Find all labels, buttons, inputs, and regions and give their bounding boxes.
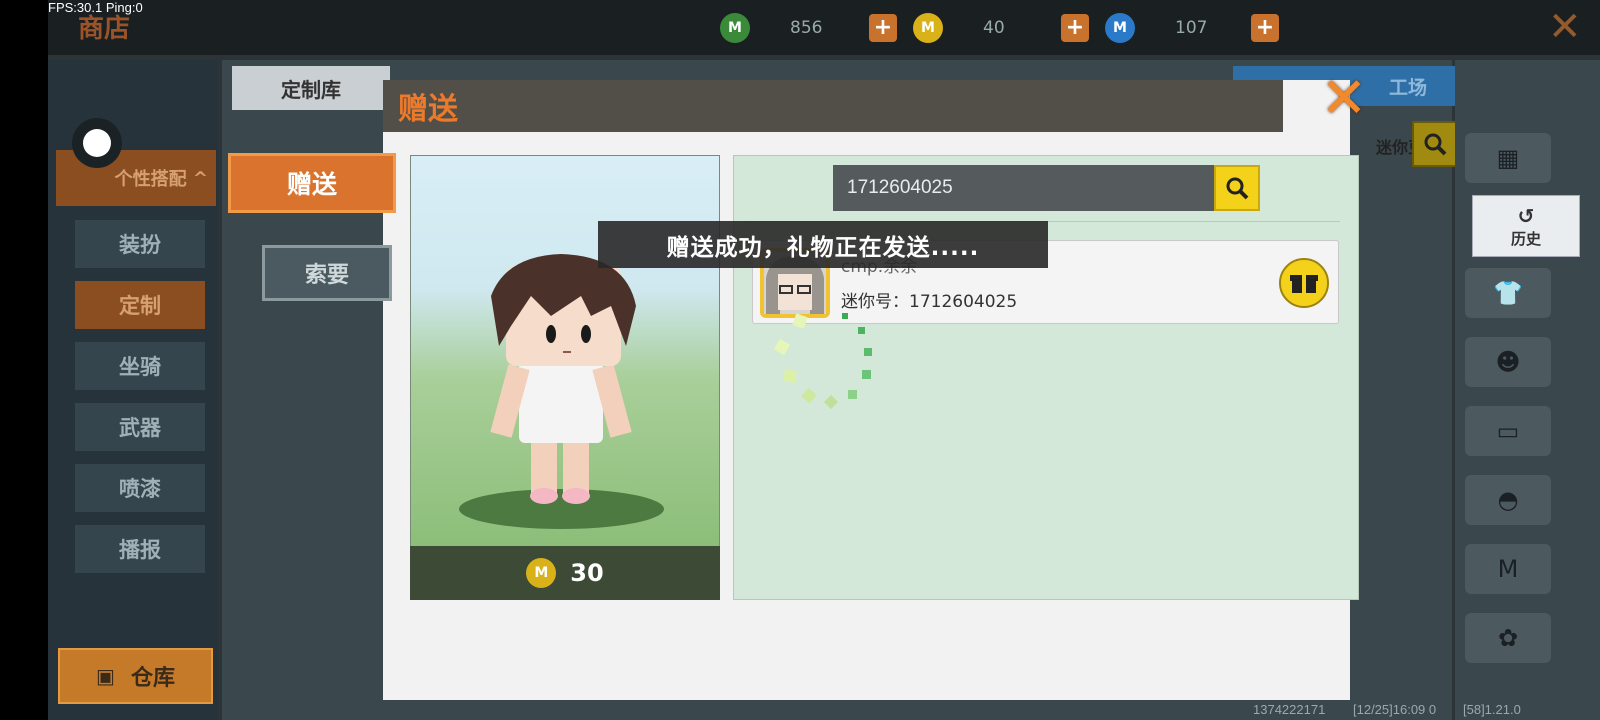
currency-value: 107 xyxy=(1175,18,1208,38)
mask-category-icon[interactable]: ◓ xyxy=(1465,475,1551,525)
side-item-label: 装扮 xyxy=(119,233,161,257)
gift-dialog-header xyxy=(383,80,1283,132)
side-item-label: 喷漆 xyxy=(119,477,161,501)
clothes-category-icon[interactable]: 👕 xyxy=(1465,268,1551,318)
tab-label: 工场 xyxy=(1388,76,1427,99)
side-item-spray[interactable]: 喷漆 xyxy=(75,464,205,512)
recipient-search-input[interactable]: 1712604025 xyxy=(833,165,1215,211)
side-menu-header-label: 个性搭配 xyxy=(114,169,187,190)
mini-bean-icon: M xyxy=(720,13,750,43)
close-icon: ✕ xyxy=(1320,66,1368,131)
side-item-dress[interactable]: 装扮 xyxy=(75,220,205,268)
gift-icon xyxy=(1290,275,1318,293)
history-button[interactable]: ↺ 历史 xyxy=(1472,195,1580,257)
mini-coin-icon: M xyxy=(526,558,557,588)
warehouse-icon: ▣ xyxy=(96,664,115,688)
price-value: 30 xyxy=(570,559,604,587)
tab-label: 赠送 xyxy=(286,170,337,199)
face-category-icon[interactable]: ☻ xyxy=(1465,337,1551,387)
search-icon xyxy=(1424,133,1447,156)
warehouse-button[interactable]: ▣ 仓库 xyxy=(58,648,213,704)
history-icon: ↺ xyxy=(1517,203,1535,228)
shop-title: 商店 xyxy=(78,14,131,44)
currency-star-coin: M 107 xyxy=(1105,12,1235,44)
pet-category-icon[interactable]: ✿ xyxy=(1465,613,1551,663)
tab-give[interactable]: 赠送 xyxy=(228,153,396,213)
tab-custom-library[interactable]: 定制库 xyxy=(232,66,390,110)
price-bar: M 30 xyxy=(410,546,720,600)
background-search-button[interactable] xyxy=(1412,121,1458,167)
floating-record-button[interactable] xyxy=(72,118,122,168)
tab-label: 定制库 xyxy=(281,77,341,102)
side-item-label: 坐骑 xyxy=(119,355,161,379)
search-icon xyxy=(1226,177,1249,200)
side-item-label: 武器 xyxy=(119,416,161,440)
currency-mini-coin: M 40 xyxy=(913,12,1043,44)
close-button[interactable]: ✕ xyxy=(1318,71,1370,127)
side-item-weapon[interactable]: 武器 xyxy=(75,403,205,451)
tab-label: 索要 xyxy=(304,263,349,288)
shop-close-icon[interactable]: ✕ xyxy=(1548,4,1582,50)
side-item-custom[interactable]: 定制 xyxy=(75,281,205,329)
character-avatar xyxy=(490,254,636,504)
toast-message: 赠送成功，礼物正在发送..... xyxy=(666,234,980,261)
side-item-mount[interactable]: 坐骑 xyxy=(75,342,205,390)
grid-category-icon[interactable]: ▦ xyxy=(1465,133,1551,183)
warehouse-label: 仓库 xyxy=(130,666,175,691)
hat-category-icon[interactable]: ▭ xyxy=(1465,406,1551,456)
currency-value: 40 xyxy=(983,18,1005,38)
left-black-bar xyxy=(0,0,48,720)
currency-mini-bean: M 856 xyxy=(720,12,850,44)
search-value: 1712604025 xyxy=(847,177,953,198)
side-item-label: 播报 xyxy=(119,538,161,562)
shirt-category-icon[interactable]: M xyxy=(1465,544,1551,594)
add-star-coin-button[interactable]: + xyxy=(1251,14,1279,42)
send-gift-button[interactable] xyxy=(1279,258,1329,308)
tab-ask[interactable]: 索要 xyxy=(262,245,392,301)
mini-coin-icon: M xyxy=(913,13,943,43)
add-mini-bean-button[interactable]: + xyxy=(869,14,897,42)
footer-time: [12/25]16:09 0 xyxy=(1353,702,1437,717)
side-item-label: 定制 xyxy=(119,294,161,318)
add-mini-coin-button[interactable]: + xyxy=(1061,14,1089,42)
star-coin-icon: M xyxy=(1105,13,1135,43)
footer-uid: 1374222171 xyxy=(1253,702,1326,717)
history-label: 历史 xyxy=(1510,229,1541,248)
dialog-title: 赠送 xyxy=(398,92,458,127)
recipient-search-button[interactable] xyxy=(1214,165,1260,211)
currency-value: 856 xyxy=(790,18,823,38)
user-id-value: 1712604025 xyxy=(909,292,1018,312)
loading-spinner xyxy=(773,313,872,410)
gift-success-toast: 赠送成功，礼物正在发送..... xyxy=(598,221,1048,268)
side-item-broadcast[interactable]: 播报 xyxy=(75,525,205,573)
footer-version: [58]1.21.0 xyxy=(1463,702,1521,717)
